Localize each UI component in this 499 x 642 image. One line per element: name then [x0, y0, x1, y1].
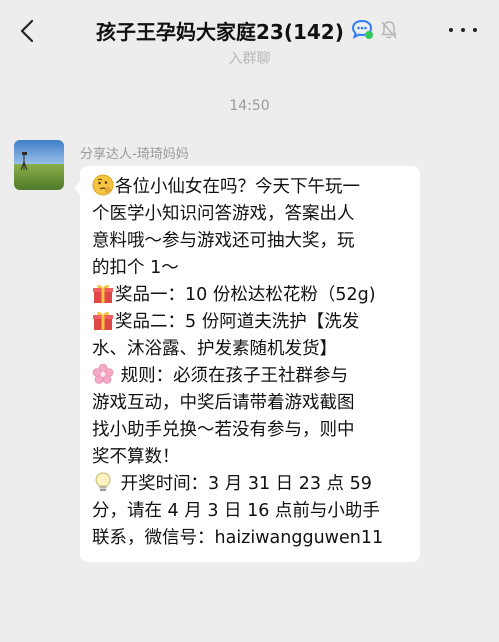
- more-button[interactable]: [449, 22, 477, 38]
- message-line-text: 规则：必须在孩子王社群参与: [115, 366, 349, 386]
- light-bulb-icon: [95, 472, 111, 491]
- message-line: 游戏互动，中奖后请带着游戏截图: [92, 390, 410, 417]
- message-line-text: 奖不算数！: [92, 447, 180, 467]
- group-chat-icon: [351, 19, 373, 40]
- more-dot: [461, 28, 465, 32]
- message-line-text: 水、沐浴露、护发素随机发货】: [92, 339, 337, 359]
- message-bubble[interactable]: 各位小仙女在吗？今天下午玩一个医学小知识问答游戏，答案出人 意料哦～参与游戏还可抽…: [74, 166, 420, 562]
- cherry-blossom-icon: [92, 363, 114, 384]
- message-line-text: 开奖时间：3 月 31 日 23 点 59: [115, 474, 372, 494]
- chat-title: 孩子王孕妈大家庭23(142): [96, 19, 344, 44]
- message-line: 水、沐浴露、护发素随机发货】: [92, 336, 410, 363]
- message-line: 的扣个 1～: [92, 255, 410, 282]
- gift-icon: [93, 284, 113, 303]
- message-timestamp: 14:50: [229, 98, 270, 114]
- message-line-text: 各位小仙女在吗？今天下午玩一: [115, 177, 360, 197]
- message-line-text: 奖品一：10 份松达松花粉（52g): [115, 285, 376, 305]
- message-line: 找小助手兑换～若没有参与，则中: [92, 417, 410, 444]
- message-line-text: 的扣个 1～: [92, 258, 179, 278]
- thinking-face-icon: [92, 174, 114, 196]
- message-line-text: 意料哦～参与游戏还可抽大奖，玩: [92, 231, 355, 251]
- message-line-text: 联系，微信号：haiziwangguwen11: [92, 528, 384, 548]
- chevron-left-icon: [20, 19, 34, 43]
- message-line-text: 找小助手兑换～若没有参与，则中: [92, 420, 355, 440]
- sender-name: 分享达人-琦琦妈妈: [80, 147, 189, 162]
- mute-bell-icon: [381, 21, 397, 39]
- sender-avatar[interactable]: [14, 140, 64, 190]
- message-line: 奖不算数！: [92, 444, 410, 471]
- back-button[interactable]: [12, 14, 42, 48]
- message-line: 联系，微信号：haiziwangguwen11: [92, 525, 410, 552]
- message-line: 奖品一：10 份松达松花粉（52g): [92, 282, 410, 309]
- message-line: 分，请在 4 月 3 日 16 点前与小助手: [92, 498, 410, 525]
- message-line: 个医学小知识问答游戏，答案出人: [92, 201, 410, 228]
- message-line: 规则：必须在孩子王社群参与: [92, 363, 410, 390]
- gift-icon: [93, 311, 113, 330]
- message-line: 开奖时间：3 月 31 日 23 点 59: [92, 471, 410, 498]
- more-dot: [473, 28, 477, 32]
- grassland-avatar: [14, 140, 64, 190]
- system-notice: 入群聊: [228, 51, 271, 64]
- message-line-text: 个医学小知识问答游戏，答案出人: [92, 204, 355, 224]
- more-dots-icon: [449, 28, 453, 32]
- message-line: 奖品二：5 份阿道夫洗护【洗发: [92, 309, 410, 336]
- message-line-text: 奖品二：5 份阿道夫洗护【洗发: [115, 312, 360, 332]
- title-area[interactable]: 孩子王孕妈大家庭23(142): [96, 12, 398, 48]
- message-line-text: 游戏互动，中奖后请带着游戏截图: [92, 393, 355, 413]
- message-line: 各位小仙女在吗？今天下午玩一: [92, 174, 410, 201]
- message-line-text: 分，请在 4 月 3 日 16 点前与小助手: [92, 501, 380, 521]
- message-line: 意料哦～参与游戏还可抽大奖，玩: [92, 228, 410, 255]
